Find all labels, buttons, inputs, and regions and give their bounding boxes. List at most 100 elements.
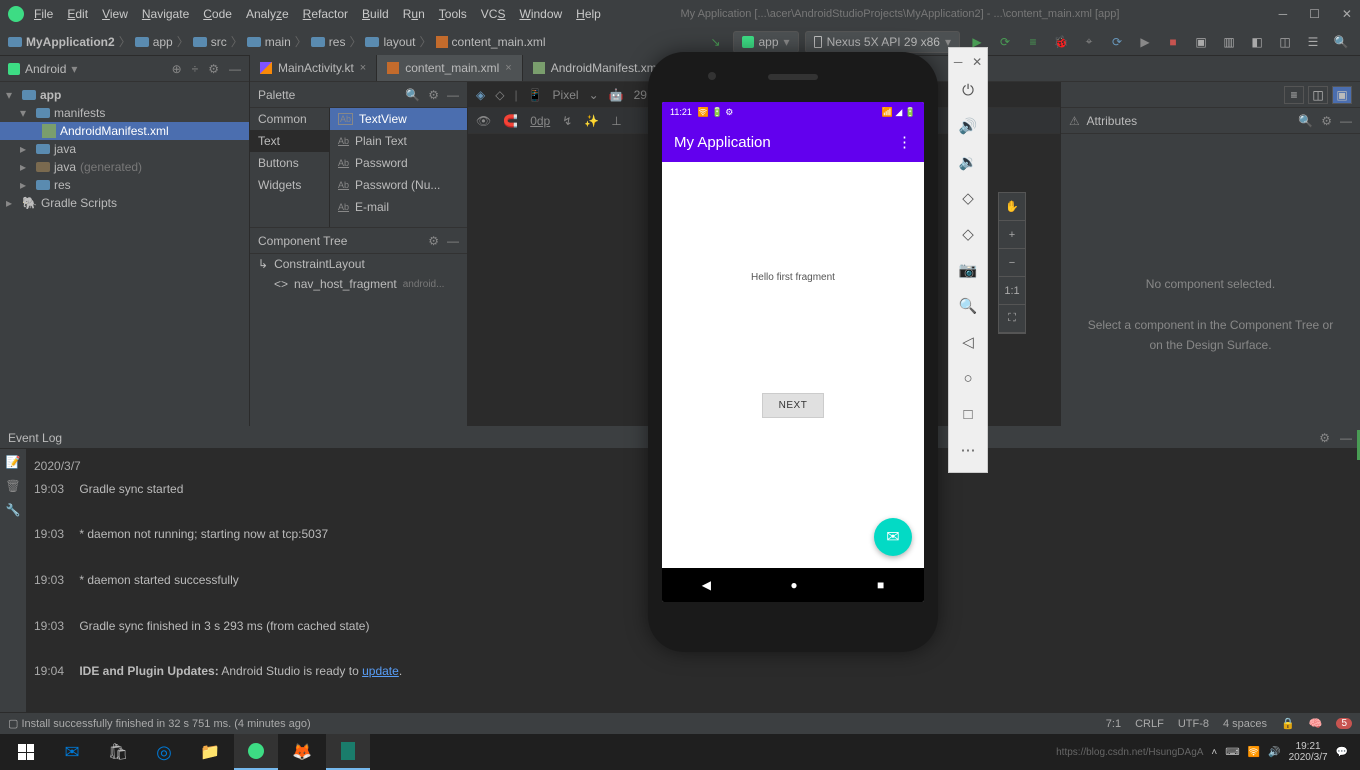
api-icon[interactable]: 🤖 bbox=[609, 88, 624, 102]
back-icon[interactable]: ◁ bbox=[949, 324, 987, 360]
rotate-left-icon[interactable]: ◇ bbox=[949, 180, 987, 216]
bc-layout[interactable]: layout bbox=[383, 35, 415, 49]
select-opened-icon[interactable]: ⊕ bbox=[172, 62, 182, 76]
menu-navigate[interactable]: Navigate bbox=[142, 7, 189, 21]
comp-navhost[interactable]: <>nav_host_fragment android... bbox=[250, 274, 467, 294]
warnings-icon[interactable]: ⚠ bbox=[1069, 114, 1080, 128]
tree-gradle[interactable]: ▸🐘Gradle Scripts bbox=[0, 194, 249, 212]
run-config-select[interactable]: app▾ bbox=[733, 31, 799, 53]
tree-res[interactable]: ▸res bbox=[0, 176, 249, 194]
indent[interactable]: 4 spaces bbox=[1223, 718, 1267, 730]
clock-time[interactable]: 19:21 bbox=[1296, 741, 1321, 752]
device-select[interactable]: Nexus 5X API 29 x86▾ bbox=[805, 31, 960, 53]
tab-mainactivity[interactable]: MainActivity.kt× bbox=[250, 55, 377, 81]
menu-vcs[interactable]: VCS bbox=[481, 7, 506, 21]
zoom-icon[interactable]: 🔍 bbox=[949, 288, 987, 324]
tray-up-icon[interactable]: ˄ bbox=[1211, 747, 1217, 758]
close-tab-icon[interactable]: × bbox=[360, 62, 366, 74]
hide-icon[interactable]: — bbox=[447, 88, 459, 102]
search-icon[interactable]: 🔍 bbox=[1330, 31, 1352, 53]
zoom-in-icon[interactable]: + bbox=[999, 221, 1025, 249]
coverage-icon[interactable]: ▶ bbox=[1134, 31, 1156, 53]
update-link[interactable]: update bbox=[362, 664, 399, 678]
mem-icon[interactable]: 🧠 bbox=[1309, 717, 1323, 730]
emulator-icon[interactable] bbox=[326, 734, 370, 770]
tree-app[interactable]: ▾app bbox=[0, 86, 249, 104]
search-icon[interactable]: 🔍 bbox=[1298, 114, 1313, 128]
mode-design[interactable]: ▣ bbox=[1332, 86, 1352, 104]
pal-item-password[interactable]: AbPassword bbox=[330, 152, 467, 174]
apply-changes-icon[interactable]: ⟳ bbox=[994, 31, 1016, 53]
attach-icon[interactable]: ⟳ bbox=[1106, 31, 1128, 53]
infer-constraints-icon[interactable]: ✨ bbox=[584, 114, 599, 128]
guidelines-icon[interactable]: ⊥ bbox=[611, 114, 621, 128]
tree-manifests[interactable]: ▾manifests bbox=[0, 104, 249, 122]
layout-inspector-icon[interactable]: ◧ bbox=[1246, 31, 1268, 53]
android-studio-icon[interactable] bbox=[234, 734, 278, 770]
gear-icon[interactable]: ⚙ bbox=[1319, 431, 1330, 445]
expand-icon[interactable]: ÷ bbox=[192, 62, 199, 76]
overview-icon[interactable]: □ bbox=[949, 396, 987, 432]
menu-help[interactable]: Help bbox=[576, 7, 601, 21]
rotate-right-icon[interactable]: ◇ bbox=[949, 216, 987, 252]
tree-java[interactable]: ▸java bbox=[0, 140, 249, 158]
menu-window[interactable]: Window bbox=[519, 7, 562, 21]
explorer-icon[interactable]: 📁 bbox=[188, 734, 232, 770]
pal-item-passwordnum[interactable]: AbPassword (Nu... bbox=[330, 174, 467, 196]
edit-icon[interactable]: 📝 bbox=[6, 455, 21, 469]
menu-view[interactable]: View bbox=[102, 7, 128, 21]
sdk-icon[interactable]: ▥ bbox=[1218, 31, 1240, 53]
power-icon[interactable]: ⏻ bbox=[949, 72, 987, 108]
avd-icon[interactable]: ▣ bbox=[1190, 31, 1212, 53]
mode-split[interactable]: ◫ bbox=[1308, 86, 1328, 104]
apply-code-icon[interactable]: ≡ bbox=[1022, 31, 1044, 53]
debug-icon[interactable]: 🐞 bbox=[1050, 31, 1072, 53]
mode-code[interactable]: ≡ bbox=[1284, 86, 1304, 104]
hide-icon[interactable]: — bbox=[447, 234, 459, 248]
maximize-icon[interactable]: ☐ bbox=[1309, 7, 1320, 21]
gear-icon[interactable]: ⚙ bbox=[428, 88, 439, 102]
bc-src[interactable]: src bbox=[211, 35, 227, 49]
menu-analyze[interactable]: Analyze bbox=[246, 7, 289, 21]
clock-date[interactable]: 2020/3/7 bbox=[1289, 752, 1328, 763]
mail-icon[interactable]: ✉ bbox=[50, 734, 94, 770]
home-icon[interactable]: ○ bbox=[949, 360, 987, 396]
pixel-label[interactable]: Pixel bbox=[553, 88, 579, 102]
pan-icon[interactable]: ✋ bbox=[999, 193, 1025, 221]
overflow-icon[interactable]: ⋮ bbox=[897, 133, 912, 151]
line-sep[interactable]: CRLF bbox=[1135, 718, 1164, 730]
zoom-fit-icon[interactable]: ⛶ bbox=[999, 305, 1025, 333]
nav-back-icon[interactable]: ◀ bbox=[702, 578, 711, 592]
pal-cat-common[interactable]: Common bbox=[250, 108, 329, 130]
api-label[interactable]: 29 bbox=[634, 88, 647, 102]
trash-icon[interactable]: 🗑 bbox=[5, 479, 20, 493]
menu-edit[interactable]: Edit bbox=[67, 7, 88, 21]
volume-up-icon[interactable]: 🔊 bbox=[949, 108, 987, 144]
resource-manager-icon[interactable]: ◫ bbox=[1274, 31, 1296, 53]
store-icon[interactable]: 🛍 bbox=[96, 734, 140, 770]
hide-icon[interactable]: — bbox=[1340, 431, 1352, 445]
menu-code[interactable]: Code bbox=[203, 7, 232, 21]
gear-icon[interactable]: ⚙ bbox=[428, 234, 439, 248]
pal-cat-widgets[interactable]: Widgets bbox=[250, 174, 329, 196]
menu-tools[interactable]: Tools bbox=[439, 7, 467, 21]
pal-item-textview[interactable]: AbTextView bbox=[330, 108, 467, 130]
wrench-icon[interactable]: 🔧 bbox=[6, 503, 21, 517]
pal-cat-text[interactable]: Text bbox=[250, 130, 329, 152]
error-badge[interactable]: 5 bbox=[1336, 718, 1352, 729]
default-margins[interactable]: 0dp bbox=[530, 114, 550, 128]
profile-icon[interactable]: ⌖ bbox=[1078, 31, 1100, 53]
notifications-icon[interactable]: 💬 bbox=[1336, 747, 1348, 758]
fab-mail-icon[interactable]: ✉ bbox=[874, 518, 912, 556]
start-button[interactable] bbox=[4, 734, 48, 770]
search-icon[interactable]: 🔍 bbox=[405, 88, 420, 102]
close-tab-icon[interactable]: × bbox=[505, 62, 511, 74]
emu-close-icon[interactable]: ✕ bbox=[972, 55, 982, 69]
firefox-icon[interactable]: 🦊 bbox=[280, 734, 324, 770]
tree-manifest-file[interactable]: AndroidManifest.xml bbox=[0, 122, 249, 140]
encoding[interactable]: UTF-8 bbox=[1178, 718, 1209, 730]
nav-recent-icon[interactable]: ■ bbox=[877, 578, 884, 592]
pal-item-plaintext[interactable]: AbPlain Text bbox=[330, 130, 467, 152]
pal-cat-buttons[interactable]: Buttons bbox=[250, 152, 329, 174]
gear-icon[interactable]: ⚙ bbox=[1321, 114, 1332, 128]
